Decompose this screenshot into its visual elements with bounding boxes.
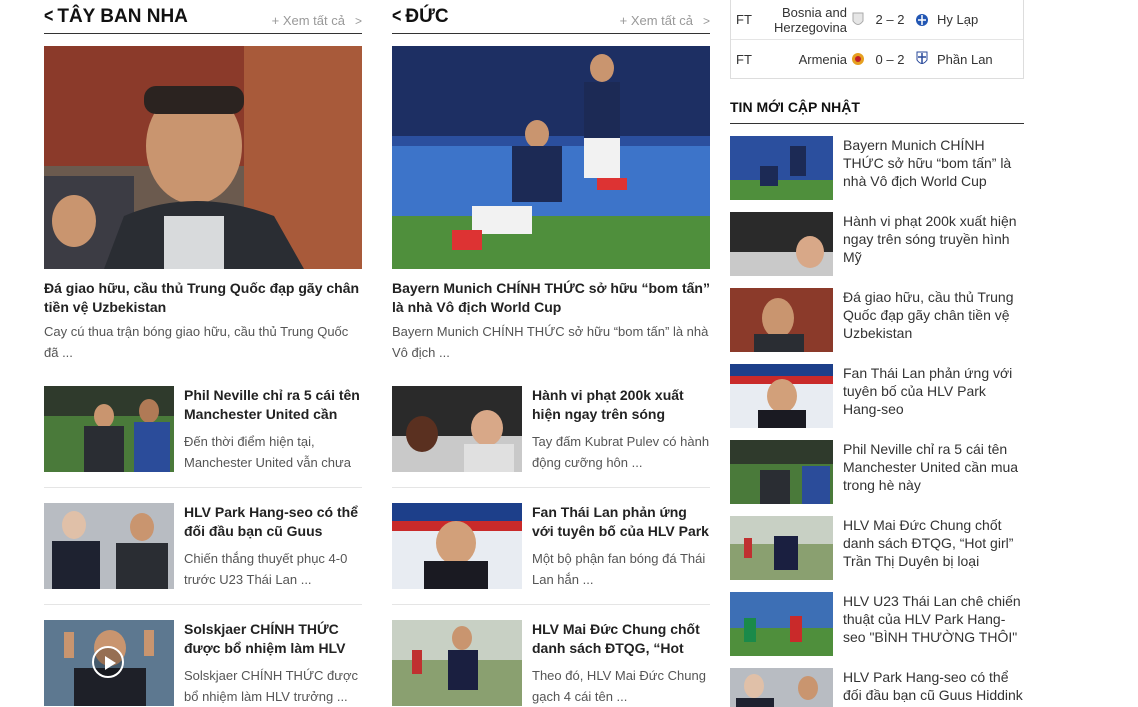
list-item[interactable]: Solskjaer CHÍNH THỨC được bổ nhiệm làm H… bbox=[44, 605, 362, 707]
section-title-label: ĐỨC bbox=[405, 6, 449, 27]
article-thumbnail[interactable] bbox=[392, 620, 522, 706]
sidebar: FT Bosnia and Herzegovina 2 – 2 Hy Lạp F… bbox=[730, 0, 1024, 707]
home-team: Armenia bbox=[798, 51, 847, 67]
hero-description: Cay cú thua trận bóng giao hữu, cầu thủ … bbox=[44, 324, 349, 360]
section-spain: < TÂY BAN NHA + Xem tất cả > Đá giao hữu… bbox=[44, 0, 362, 707]
list-item[interactable]: Phil Neville chỉ ra 5 cái tên Manchester… bbox=[44, 371, 362, 488]
home-team: Bosnia and Herzegovina bbox=[774, 4, 847, 35]
match-status: FT bbox=[736, 51, 752, 67]
match-score: 0 – 2 bbox=[875, 51, 905, 67]
article-description: Chiến thắng thuyết phục 4-0 trước U23 Th… bbox=[184, 551, 348, 587]
away-crest-icon bbox=[911, 51, 933, 67]
article-thumbnail[interactable] bbox=[730, 288, 833, 352]
section-title-label: TÂY BAN NHA bbox=[57, 6, 188, 27]
article-description: Một bộ phận fan bóng đá Thái Lan hắn ... bbox=[532, 551, 706, 587]
article-title[interactable]: Bayern Munich CHÍNH THỨC sở hữu “bom tấn… bbox=[833, 136, 1024, 200]
home-crest-icon bbox=[847, 51, 869, 67]
article-thumbnail[interactable] bbox=[730, 668, 833, 707]
article-description: Tay đấm Kubrat Pulev có hành động cưỡng … bbox=[532, 434, 710, 470]
article-title[interactable]: HLV Mai Đức Chung chốt danh sách ĐTQG, “… bbox=[532, 620, 710, 658]
section-header: < ĐỨC + Xem tất cả > bbox=[392, 0, 710, 34]
chevron-right-icon: > bbox=[702, 13, 710, 28]
article-thumbnail[interactable] bbox=[44, 503, 174, 589]
article-thumbnail[interactable] bbox=[44, 620, 174, 706]
chevron-left-icon: < bbox=[392, 6, 402, 27]
list-item[interactable]: Hành vi phạt 200k xuất hiện ngay trên só… bbox=[730, 212, 1024, 276]
article-thumbnail[interactable] bbox=[730, 136, 833, 200]
list-item[interactable]: HLV Mai Đức Chung chốt danh sách ĐTQG, “… bbox=[730, 516, 1024, 580]
article-title[interactable]: Fan Thái Lan phản ứng với tuyên bố của H… bbox=[532, 503, 710, 541]
list-item[interactable]: Fan Thái Lan phản ứng với tuyên bố của H… bbox=[392, 488, 710, 605]
list-item[interactable]: Đá giao hữu, cầu thủ Trung Quốc đạp gãy … bbox=[730, 288, 1024, 352]
article-thumbnail[interactable] bbox=[392, 503, 522, 589]
hero-title[interactable]: Đá giao hữu, cầu thủ Trung Quốc đạp gãy … bbox=[44, 279, 362, 317]
list-item[interactable]: Phil Neville chỉ ra 5 cái tên Manchester… bbox=[730, 440, 1024, 504]
article-thumbnail[interactable] bbox=[730, 364, 833, 428]
away-team: Phần Lan bbox=[937, 51, 993, 67]
article-thumbnail[interactable] bbox=[730, 592, 833, 656]
list-item[interactable]: HLV U23 Thái Lan chê chiến thuật của HLV… bbox=[730, 592, 1024, 656]
article-description: Đến thời điểm hiện tại, Manchester Unite… bbox=[184, 434, 351, 470]
article-title[interactable]: Fan Thái Lan phản ứng với tuyên bố của H… bbox=[833, 364, 1024, 428]
article-title[interactable]: HLV Park Hang-seo có thể đối đầu bạn cũ … bbox=[184, 503, 362, 541]
list-item[interactable]: HLV Mai Đức Chung chốt danh sách ĐTQG, “… bbox=[392, 605, 710, 707]
article-title[interactable]: HLV U23 Thái Lan chê chiến thuật của HLV… bbox=[833, 592, 1024, 656]
list-item[interactable]: HLV Park Hang-seo có thể đối đầu bạn cũ … bbox=[44, 488, 362, 605]
section-germany: < ĐỨC + Xem tất cả > Bayern Munich CHÍNH… bbox=[392, 0, 710, 707]
article-title[interactable]: Phil Neville chỉ ra 5 cái tên Manchester… bbox=[184, 386, 362, 424]
article-thumbnail[interactable] bbox=[392, 386, 522, 472]
article-title[interactable]: Hành vi phạt 200k xuất hiện ngay trên só… bbox=[532, 386, 710, 424]
away-team: Hy Lạp bbox=[937, 12, 979, 27]
hero-title[interactable]: Bayern Munich CHÍNH THỨC sở hữu “bom tấn… bbox=[392, 279, 710, 317]
chevron-left-icon: < bbox=[44, 6, 54, 27]
article-thumbnail[interactable] bbox=[730, 440, 833, 504]
list-item[interactable]: Hành vi phạt 200k xuất hiện ngay trên só… bbox=[392, 371, 710, 488]
section-title[interactable]: < ĐỨC bbox=[392, 6, 449, 28]
latest-news-list: Bayern Munich CHÍNH THỨC sở hữu “bom tấn… bbox=[730, 136, 1024, 707]
see-all-link[interactable]: + Xem tất cả > bbox=[272, 13, 362, 28]
article-thumbnail[interactable] bbox=[44, 386, 174, 472]
list-item[interactable]: Bayern Munich CHÍNH THỨC sở hữu “bom tấn… bbox=[730, 136, 1024, 200]
match-score: 2 – 2 bbox=[875, 12, 905, 27]
article-title[interactable]: Hành vi phạt 200k xuất hiện ngay trên só… bbox=[833, 212, 1024, 276]
see-all-label: + Xem tất cả bbox=[619, 13, 693, 28]
article-title[interactable]: Solskjaer CHÍNH THỨC được bổ nhiệm làm H… bbox=[184, 620, 362, 658]
article-title[interactable]: HLV Mai Đức Chung chốt danh sách ĐTQG, “… bbox=[833, 516, 1024, 580]
article-title[interactable]: Phil Neville chỉ ra 5 cái tên Manchester… bbox=[833, 440, 1024, 504]
see-all-label: + Xem tất cả bbox=[271, 13, 345, 28]
section-header: < TÂY BAN NHA + Xem tất cả > bbox=[44, 0, 362, 34]
article-description: Theo đó, HLV Mai Đức Chung gạch 4 cái tê… bbox=[532, 668, 706, 704]
list-item[interactable]: HLV Park Hang-seo có thể đối đầu bạn cũ … bbox=[730, 668, 1024, 707]
away-crest-icon bbox=[911, 12, 933, 28]
match-row[interactable]: FT Bosnia and Herzegovina 2 – 2 Hy Lạp bbox=[731, 0, 1023, 39]
hero-description: Bayern Munich CHÍNH THỨC sở hữu “bom tấn… bbox=[392, 324, 709, 360]
article-description: Solskjaer CHÍNH THỨC được bổ nhiệm làm H… bbox=[184, 668, 359, 704]
section-title[interactable]: < TÂY BAN NHA bbox=[44, 6, 188, 28]
article-thumbnail[interactable] bbox=[730, 516, 833, 580]
article-title[interactable]: HLV Park Hang-seo có thể đối đầu bạn cũ … bbox=[833, 668, 1024, 707]
match-status: FT bbox=[736, 12, 752, 27]
article-thumbnail[interactable] bbox=[730, 212, 833, 276]
scores-table: FT Bosnia and Herzegovina 2 – 2 Hy Lạp F… bbox=[730, 0, 1024, 79]
hero-image[interactable] bbox=[392, 46, 710, 269]
chevron-right-icon: > bbox=[354, 13, 362, 28]
latest-news-heading: TIN MỚI CẬP NHẬT bbox=[730, 99, 1024, 124]
list-item[interactable]: Fan Thái Lan phản ứng với tuyên bố của H… bbox=[730, 364, 1024, 428]
match-row[interactable]: FT Armenia 0 – 2 Phần Lan bbox=[731, 39, 1023, 78]
see-all-link[interactable]: + Xem tất cả > bbox=[620, 13, 710, 28]
article-title[interactable]: Đá giao hữu, cầu thủ Trung Quốc đạp gãy … bbox=[833, 288, 1024, 352]
hero-image[interactable] bbox=[44, 46, 362, 269]
play-video-icon[interactable] bbox=[92, 646, 124, 678]
home-crest-icon bbox=[847, 12, 869, 28]
